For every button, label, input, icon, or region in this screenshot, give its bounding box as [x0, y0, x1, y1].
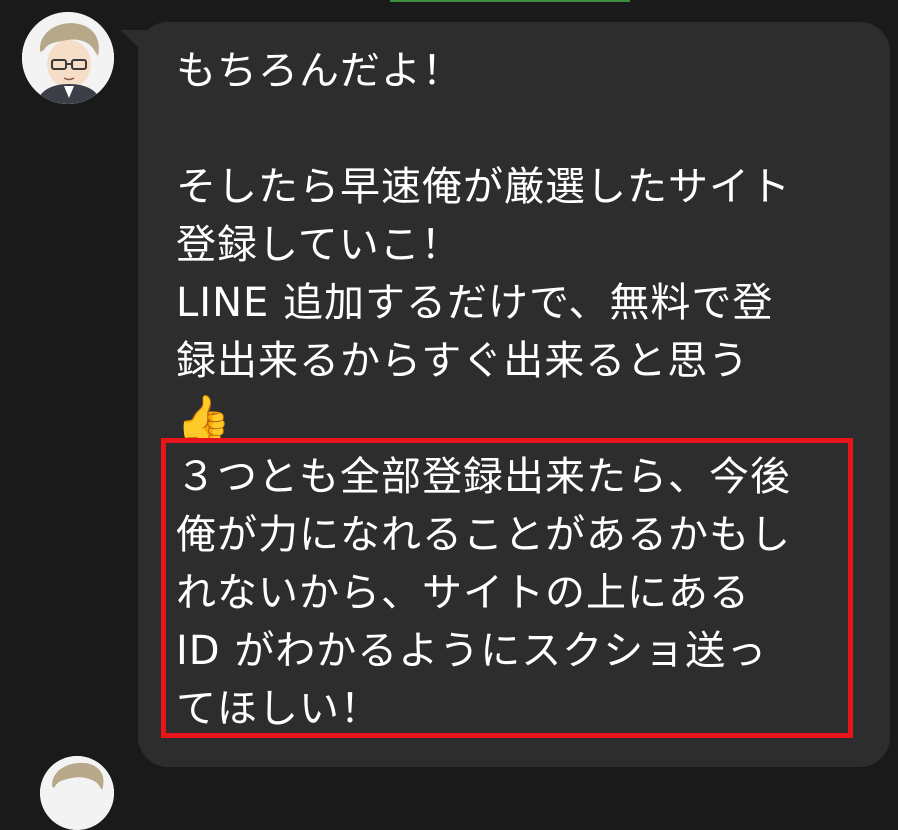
next-message-avatar[interactable]	[40, 756, 114, 830]
top-accent-line	[390, 0, 630, 2]
message-line: もちろんだよ！	[176, 48, 463, 94]
user-avatar[interactable]	[22, 12, 114, 104]
user-avatar-icon	[40, 756, 114, 830]
message-line: LINE 追加するだけで、無料で登	[176, 280, 774, 326]
message-line: 録出来るからすぐ出来ると思う	[176, 338, 750, 384]
user-avatar-icon	[22, 12, 114, 104]
message-line: そしたら早速俺が厳選したサイト	[176, 164, 791, 210]
highlight-box	[161, 438, 853, 738]
message-line: 登録していこ！	[176, 222, 462, 268]
